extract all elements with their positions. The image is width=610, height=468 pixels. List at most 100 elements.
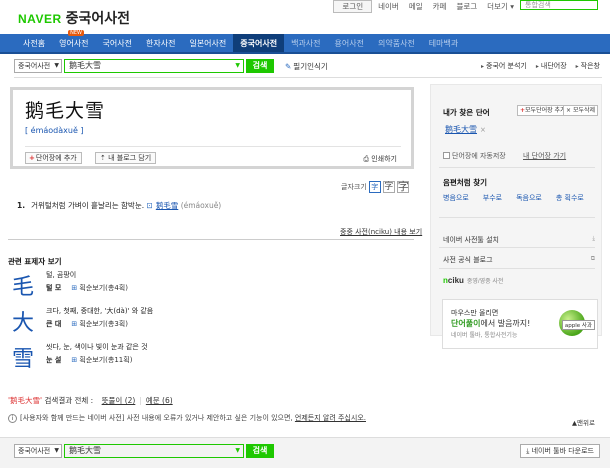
global-search-input[interactable]: 통합검색 [520,0,598,10]
add-to-wordbook-button[interactable]: +단어장에 추가 [25,152,82,164]
pinyin: [ émáodàxuě ] [25,126,84,135]
bottom-scope-value: 중국어사전 [18,447,51,455]
ad-tooltip: apple 사과 [561,320,595,330]
stroke-order-link[interactable]: 획순보기(총11획) [71,356,132,364]
utility-links: 중국어 분석기 내단어장 작은창 [481,61,600,71]
login-button[interactable]: 로그인 [333,0,373,13]
blog-button-label: 내 블로그 담기 [108,154,152,162]
top-link-naver[interactable]: 네이버 [374,0,403,13]
nciku-link[interactable]: nciku 중영/영중 사전 [443,276,503,285]
handwriting-button[interactable]: ✎ 필기인식기 [285,61,328,72]
print-button[interactable]: ⎙ 인쇄하기 [363,154,397,164]
ad-line-2: 단어풀이에서 발음까지! [451,318,530,329]
related-char-item: 毛 털, 곰팡이 털 모 획순보기(총4획) [12,269,312,305]
phonetic-search-heading: 음편처럼 찾기 [443,178,488,187]
related-char[interactable]: 雪 [12,341,34,373]
search-button[interactable]: 검색 [246,59,274,73]
results-tab-examples[interactable]: 예문 (6) [146,396,173,405]
scope-select[interactable]: 중국어사전 ▼ [14,59,62,73]
nav-item-korean[interactable]: 국어사전 [96,34,139,52]
nciku-more-link[interactable]: 중중 사전(nciku) 내용 보기 [340,227,422,237]
definition-item: 1. 거위털처럼 가벼이 흩날리는 함박눈. ⊡ 鹅毛雪 (émáoxuě) [17,200,221,211]
close-icon[interactable]: × [480,126,486,134]
related-char[interactable]: 毛 [12,269,34,301]
logo[interactable]: NAVER 중국어사전 [18,8,130,28]
small-window-link[interactable]: 작은창 [576,61,600,71]
stroke-order-link[interactable]: 획순보기(총3획) [71,320,128,328]
headword: 鹅毛大雪 [25,100,106,122]
delete-all-label: 모두삭제 [572,107,596,114]
upload-icon: ⇡ [100,154,109,162]
chevron-down-icon[interactable]: ▼ [235,445,240,457]
download-icon: ⤓ [592,235,595,242]
back-to-top-link[interactable]: ▲맨위로 [572,417,595,427]
nciku-logo: ciku [447,276,464,285]
bottom-scope-select[interactable]: 중국어사전 ▼ [14,444,62,458]
search-by-pinyin[interactable]: 병음으로 [443,193,469,203]
related-char-reading: 큰 대 [46,320,62,328]
blog-button[interactable]: ⇡ 내 블로그 담기 [95,152,157,164]
install-tool-link[interactable]: 네이버 사전툴 설치 ⤓ [443,235,595,245]
search-by-radical[interactable]: 부수로 [483,193,502,203]
entry-card: 鹅毛大雪 [ émáodàxuě ] +단어장에 추가 ⇡ 내 블로그 담기 ⎙… [10,87,414,169]
font-size-large[interactable]: 字 [396,181,409,193]
external-link-icon: ⧉ [590,255,595,262]
divider [439,268,595,269]
stroke-order-link[interactable]: 획순보기(총4획) [71,284,128,292]
divider [439,217,595,218]
autosave-toggle[interactable]: 단어장에 자동저장 [443,151,506,161]
related-char-item: 雪 씻다, 눈, 색이나 빛이 눈과 같은 것 눈 설 획순보기(총11획) [12,341,312,377]
nav-item-japanese[interactable]: 일본어사전 [182,34,233,52]
nav-item-terms[interactable]: 용어사전 [328,34,371,52]
top-link-mail[interactable]: 메일 [405,0,427,13]
font-size-small[interactable]: 字 [368,181,381,193]
toolbar-download-button[interactable]: ⤓ 네이버 툴바 다운로드 [520,444,600,458]
related-char[interactable]: 大 [12,305,34,337]
results-tab-meanings[interactable]: 뜻풀이 (2) [102,396,136,405]
feedback-link[interactable]: 언제든지 알려 주십시오. [295,414,366,422]
results-summary: '鹅毛大雪' 검색결과 전체 : 뜻풀이 (2) | 예문 (6) [8,395,173,406]
wordbook-link[interactable]: 내단어장 [536,61,567,71]
font-size-medium[interactable]: 字 [382,181,395,193]
add-all-button[interactable]: +모두단어장 추가 [517,105,569,116]
search-by-reading[interactable]: 독음으로 [516,193,542,203]
nav-item-home[interactable]: 사전홈 [16,34,52,52]
nav-item-chinese[interactable]: 중국어사전 [233,34,285,52]
search-input[interactable]: 鹅毛大雪 ▼ [64,59,244,73]
nav-item-medicine[interactable]: 의약품사전 [371,34,422,52]
recent-word-link[interactable]: 鹅毛大雪 [445,125,477,134]
top-link-blog[interactable]: 블로그 [452,0,481,13]
related-char-reading: 털 모 [46,284,62,292]
results-label: 검색결과 전체 : [44,396,94,405]
top-link-more[interactable]: 더보기 ▾ [483,0,518,13]
divider [8,239,414,240]
add-to-wordbook-label: 단어장에 추가 [35,154,77,162]
autosave-label: 단어장에 자동저장 [452,152,506,160]
toolbar-ad-banner[interactable]: 마우스만 올리면 단어풀이에서 발음까지! 네이버 툴바, 통합사전기능 app… [442,299,598,349]
nav-item-encyclopedia[interactable]: 백과사전 [284,34,327,52]
chevron-down-icon[interactable]: ▼ [235,60,240,72]
nav-item-theme[interactable]: 테마백과 [422,34,465,52]
nav-item-english[interactable]: 영어사전 NEW [52,30,95,52]
official-blog-link[interactable]: 사전 공식 블로그 ⧉ [443,255,595,265]
top-link-cafe[interactable]: 카페 [429,0,451,13]
ad-line-2-rest: 에서 발음까지! [480,319,531,328]
related-word-pinyin: (émáoxuě) [180,201,222,210]
bottom-search-button[interactable]: 검색 [246,444,274,458]
font-size-label: 글자크기 [341,183,367,191]
pen-icon: ✎ [285,62,292,71]
recent-word: 鹅毛大雪 × [445,124,486,135]
go-wordbook-link[interactable]: 내 단어장 가기 [523,151,566,161]
divider [14,77,602,78]
toolbar-download-label: 네이버 툴바 다운로드 [531,447,594,455]
info-icon: i [8,414,17,423]
related-char-reading-row: 큰 대 획순보기(총3획) [46,319,128,329]
nav-item-hanja[interactable]: 한자사전 [139,34,182,52]
analyzer-link[interactable]: 중국어 분석기 [481,61,527,71]
ad-line-3: 네이버 툴바, 통합사전기능 [451,332,518,339]
search-by-strokes[interactable]: 총 획수로 [556,193,584,203]
bottom-search-input[interactable]: 鹅毛大雪 ▼ [64,444,244,458]
autosave-checkbox[interactable] [443,152,450,159]
related-word-link[interactable]: 鹅毛雪 [156,201,179,210]
delete-all-button[interactable]: × 모두삭제 [563,105,599,116]
